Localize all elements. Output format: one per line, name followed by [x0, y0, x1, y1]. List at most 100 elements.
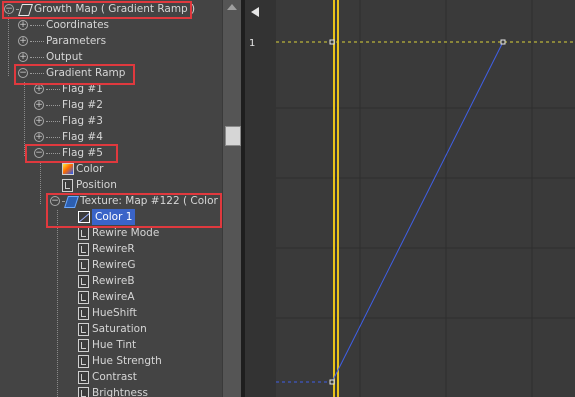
- track-icon: [78, 355, 89, 368]
- tree-item-label: Saturation: [92, 323, 147, 335]
- scroll-up-arrow-icon[interactable]: [227, 4, 237, 10]
- scrollbar-thumb[interactable]: [225, 126, 241, 146]
- expand-toggle-icon[interactable]: +: [18, 36, 28, 46]
- tree-item[interactable]: RewireA: [0, 289, 222, 305]
- expand-toggle-icon[interactable]: +: [34, 116, 44, 126]
- tree-item[interactable]: Hue Strength: [0, 353, 222, 369]
- tree-item[interactable]: − Texture: Map #122 ( Color C: [0, 193, 222, 209]
- tree-item-label: RewireB: [92, 275, 135, 287]
- tree-item-label: Output: [46, 51, 83, 63]
- tree-connector: [30, 41, 44, 42]
- tree-connector: [30, 25, 44, 26]
- track-icon: [78, 371, 89, 384]
- tree-connector: [57, 210, 58, 397]
- tree-item-label: RewireG: [92, 259, 136, 271]
- curve-plot[interactable]: [276, 0, 575, 397]
- tree-connector: [46, 89, 60, 90]
- tree-item-label: Contrast: [92, 371, 137, 383]
- key-handle: [329, 379, 335, 385]
- tree-item-label: Growth Map ( Gradient Ramp ): [34, 3, 196, 15]
- tree-item-label: Rewire Mode: [92, 227, 160, 239]
- tree-item[interactable]: Color 1: [0, 209, 222, 225]
- collapse-toggle-icon[interactable]: −: [50, 196, 60, 206]
- tree-item[interactable]: + Parameters: [0, 33, 222, 49]
- track-icon: [78, 227, 89, 240]
- tree-item[interactable]: Position: [0, 177, 222, 193]
- tree-item[interactable]: HueShift: [0, 305, 222, 321]
- tree-connector: [46, 105, 60, 106]
- tree-item[interactable]: + Flag #4: [0, 129, 222, 145]
- track-icon: [78, 387, 89, 397]
- expand-toggle-icon[interactable]: +: [18, 52, 28, 62]
- tree-item-label: Flag #5: [62, 147, 103, 159]
- collapse-toggle-icon[interactable]: −: [18, 68, 28, 78]
- value-axis-strip: [245, 0, 276, 397]
- tree-item-label: Parameters: [46, 35, 107, 47]
- tree-item[interactable]: Rewire Mode: [0, 225, 222, 241]
- tree-item[interactable]: RewireB: [0, 273, 222, 289]
- tree-item-label: RewireR: [92, 243, 135, 255]
- tree-item[interactable]: + Flag #1: [0, 81, 222, 97]
- tree-connector: [40, 162, 41, 204]
- tree-connector: [24, 82, 25, 156]
- tree-item-label: Flag #2: [62, 99, 103, 111]
- map-icon: [18, 4, 33, 16]
- track-icon: [78, 307, 89, 320]
- tree-connector: [46, 137, 60, 138]
- tree-connector: [46, 121, 60, 122]
- key-handle: [329, 39, 335, 45]
- time-slider-line: [333, 0, 335, 397]
- curve-editor-graph[interactable]: 1: [245, 0, 575, 397]
- tree-item[interactable]: Saturation: [0, 321, 222, 337]
- tree-item-label: Coordinates: [46, 19, 110, 31]
- tree-item[interactable]: Contrast: [0, 369, 222, 385]
- tree-item-label: Flag #1: [62, 83, 103, 95]
- collapse-toggle-icon[interactable]: −: [4, 4, 14, 14]
- tree-item[interactable]: + Flag #2: [0, 97, 222, 113]
- tree-item-label: HueShift: [92, 307, 137, 319]
- tree-item-label: Color: [76, 163, 104, 175]
- track-icon: [78, 275, 89, 288]
- tree-item-label: Hue Tint: [92, 339, 137, 351]
- track-view-tree: − Growth Map ( Gradient Ramp ) + Coordinate…: [0, 0, 222, 397]
- expand-toggle-icon[interactable]: +: [34, 84, 44, 94]
- expand-toggle-icon[interactable]: +: [34, 100, 44, 110]
- tree-item[interactable]: − Growth Map ( Gradient Ramp ): [0, 1, 222, 17]
- tree-item[interactable]: − Flag #5: [0, 145, 222, 161]
- tree-scrollbar[interactable]: [222, 0, 242, 397]
- expand-toggle-icon[interactable]: +: [34, 132, 44, 142]
- tree-item[interactable]: + Flag #3: [0, 113, 222, 129]
- tree-connector: [8, 10, 9, 76]
- y-axis-tick-label: 1: [249, 38, 256, 49]
- tree-item-label: Flag #3: [62, 115, 103, 127]
- color-curve: [331, 41, 504, 383]
- tree-item[interactable]: + Output: [0, 49, 222, 65]
- tree-item-label: Flag #4: [62, 131, 103, 143]
- tree-connector: [46, 153, 60, 154]
- track-icon: [78, 259, 89, 272]
- tree-connector: [62, 201, 64, 202]
- tree-item[interactable]: Brightness: [0, 385, 222, 397]
- color-swatch-icon: [62, 163, 74, 175]
- time-slider-line: [337, 0, 339, 397]
- tree-item-label: Texture: Map #122 ( Color C: [80, 195, 222, 207]
- expand-toggle-icon[interactable]: +: [18, 20, 28, 30]
- collapse-arrow-icon[interactable]: [251, 7, 259, 17]
- tree-item[interactable]: RewireR: [0, 241, 222, 257]
- track-icon: [78, 291, 89, 304]
- color-curve-icon: [78, 211, 90, 223]
- tree-item[interactable]: − Gradient Ramp: [0, 65, 222, 81]
- tree-item-label: Position: [76, 179, 117, 191]
- tree-item[interactable]: Hue Tint: [0, 337, 222, 353]
- tree-item[interactable]: RewireG: [0, 257, 222, 273]
- tree-connector: [30, 73, 44, 74]
- tree-item[interactable]: + Coordinates: [0, 17, 222, 33]
- key-handle: [500, 39, 506, 45]
- map-icon-blue: [64, 196, 79, 208]
- collapse-toggle-icon[interactable]: −: [34, 148, 44, 158]
- tree-item-label: RewireA: [92, 291, 135, 303]
- tree-item[interactable]: Color: [0, 161, 222, 177]
- tree-item-label: Color 1: [92, 209, 136, 225]
- tree-item-label: Gradient Ramp: [46, 67, 126, 79]
- track-icon: [62, 179, 73, 192]
